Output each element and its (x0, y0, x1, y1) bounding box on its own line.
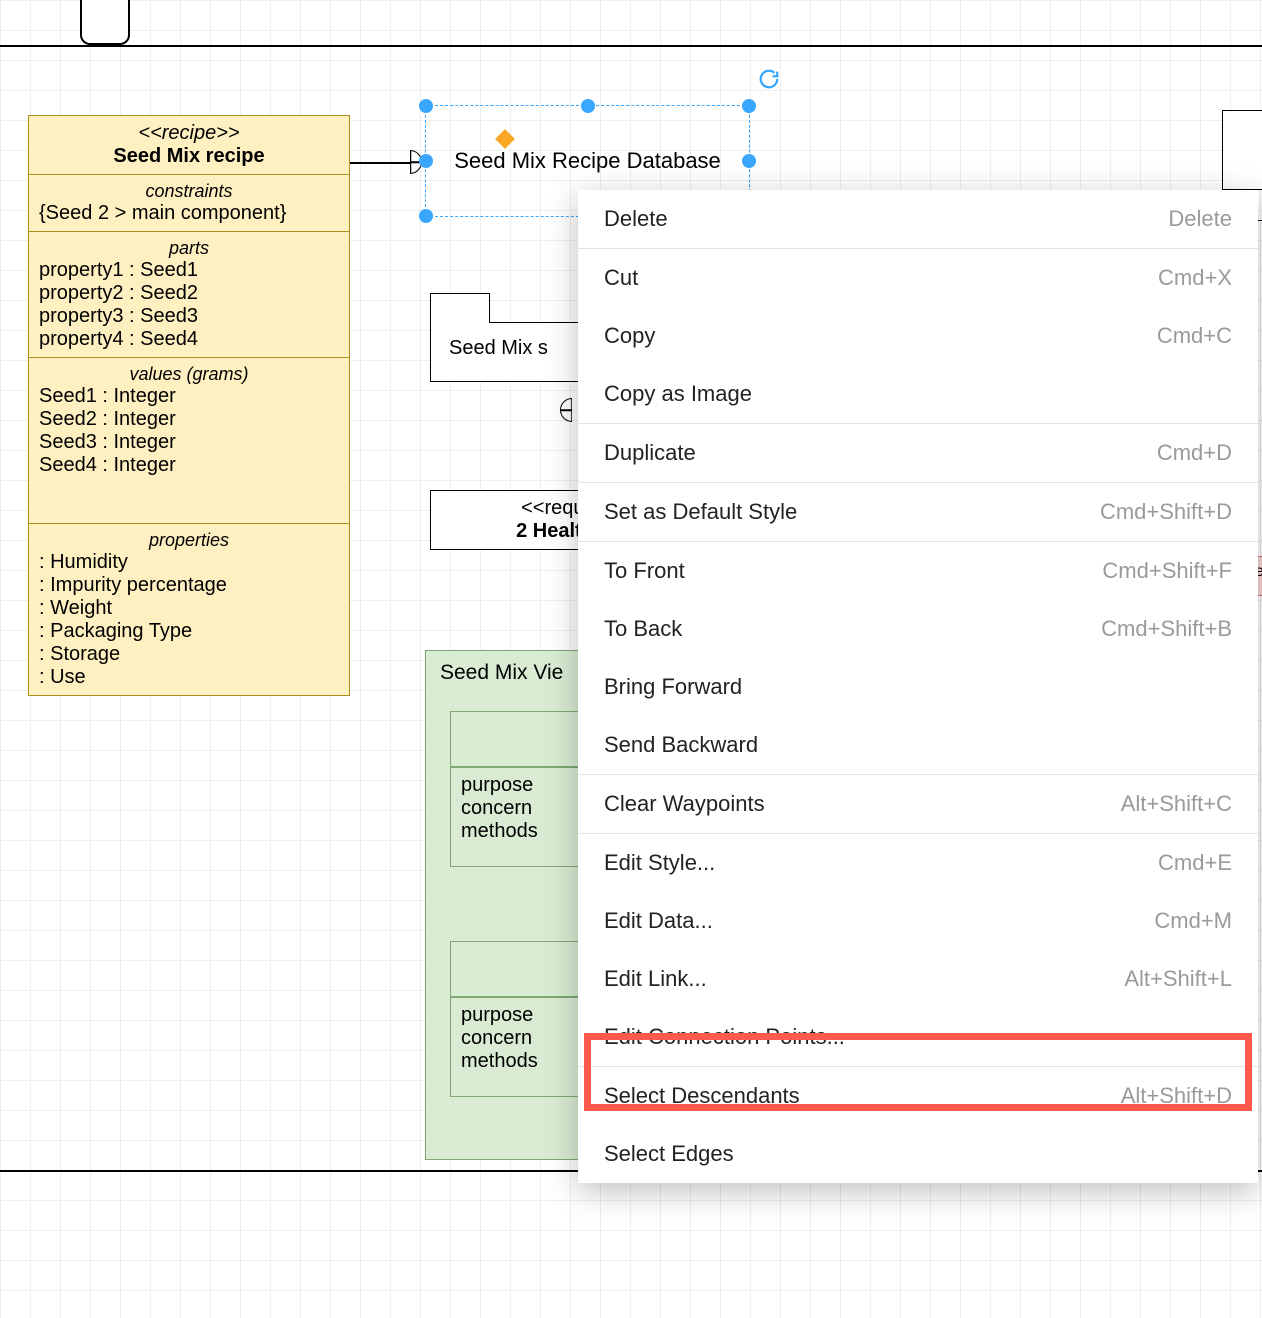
menu-item-clear-waypoints[interactable]: Clear Waypoints Alt+Shift+C (578, 775, 1258, 833)
connector-line[interactable] (350, 162, 410, 164)
menu-item-label: Copy as Image (604, 381, 752, 407)
menu-item-to-front[interactable]: To Front Cmd+Shift+F (578, 542, 1258, 600)
menu-item-shortcut: Alt+Shift+C (1121, 791, 1232, 817)
menu-item-to-back[interactable]: To Back Cmd+Shift+B (578, 600, 1258, 658)
menu-item-label: Edit Data... (604, 908, 713, 934)
selection-handle[interactable] (742, 99, 756, 113)
menu-item-select-edges[interactable]: Select Edges (578, 1125, 1258, 1183)
uml-part: property3 : Seed3 (39, 305, 339, 328)
menu-item-shortcut: Alt+Shift+D (1121, 1083, 1232, 1109)
node-label: Seed Mix Recipe Database (454, 148, 721, 174)
menu-item-label: To Back (604, 616, 682, 642)
menu-item-label: Select Descendants (604, 1083, 800, 1109)
frame-tab (80, 0, 130, 45)
uml-constraints-header: constraints (39, 181, 339, 202)
uml-constraint: {Seed 2 > main component} (39, 202, 339, 225)
menu-item-label: Cut (604, 265, 638, 291)
uml-parts-header: parts (39, 238, 339, 259)
uml-stereotype: <<recipe>> (39, 122, 339, 145)
menu-item-edit-data[interactable]: Edit Data... Cmd+M (578, 892, 1258, 950)
uml-properties-header: properties (39, 530, 339, 551)
uml-prop: : Weight (39, 597, 339, 620)
selection-handle[interactable] (742, 154, 756, 168)
menu-item-shortcut: Delete (1168, 206, 1232, 232)
uml-class-seed-mix-recipe[interactable]: <<recipe>> Seed Mix recipe constraints {… (28, 115, 350, 696)
uml-prop: : Impurity percentage (39, 574, 339, 597)
context-menu: Delete Delete Cut Cmd+X Copy Cmd+C Copy as Ima… (578, 190, 1258, 1183)
menu-item-label: Edit Link... (604, 966, 707, 992)
menu-item-edit-connection-points[interactable]: Edit Connection Points... (578, 1008, 1258, 1066)
menu-item-label: Duplicate (604, 440, 696, 466)
menu-item-label: Bring Forward (604, 674, 742, 700)
uml-part: property4 : Seed4 (39, 328, 339, 351)
menu-item-copy-as-image[interactable]: Copy as Image (578, 365, 1258, 423)
menu-item-shortcut: Cmd+D (1157, 440, 1232, 466)
uml-value: Seed1 : Integer (39, 385, 339, 408)
rotate-icon[interactable] (758, 68, 780, 90)
uml-values-header: values (grams) (39, 364, 339, 385)
uml-class-title: Seed Mix recipe (39, 145, 339, 168)
menu-item-shortcut: Cmd+Shift+B (1101, 616, 1232, 642)
menu-item-label: Send Backward (604, 732, 758, 758)
menu-item-delete[interactable]: Delete Delete (578, 190, 1258, 248)
menu-item-shortcut: Cmd+C (1157, 323, 1232, 349)
connection-point-icon[interactable] (495, 129, 515, 149)
uml-prop: : Humidity (39, 551, 339, 574)
menu-item-send-backward[interactable]: Send Backward (578, 716, 1258, 774)
menu-item-label: Edit Connection Points... (604, 1024, 845, 1050)
menu-item-shortcut: Cmd+X (1158, 265, 1232, 291)
selection-handle[interactable] (581, 99, 595, 113)
menu-item-shortcut: Alt+Shift+L (1124, 966, 1232, 992)
uml-prop: : Use (39, 666, 339, 689)
menu-item-select-descendants[interactable]: Select Descendants Alt+Shift+D (578, 1067, 1258, 1125)
menu-item-shortcut: Cmd+Shift+F (1102, 558, 1232, 584)
uml-part: property2 : Seed2 (39, 282, 339, 305)
menu-item-label: Select Edges (604, 1141, 734, 1167)
menu-item-copy[interactable]: Copy Cmd+C (578, 307, 1258, 365)
menu-item-edit-style[interactable]: Edit Style... Cmd+E (578, 834, 1258, 892)
selection-handle[interactable] (419, 99, 433, 113)
uml-part: property1 : Seed1 (39, 259, 339, 282)
selection-handle[interactable] (419, 154, 433, 168)
menu-item-label: Copy (604, 323, 655, 349)
menu-item-cut[interactable]: Cut Cmd+X (578, 249, 1258, 307)
uml-value: Seed2 : Integer (39, 408, 339, 431)
menu-item-label: Edit Style... (604, 850, 715, 876)
uml-prop: : Packaging Type (39, 620, 339, 643)
uml-node-partial[interactable] (1222, 110, 1262, 190)
menu-item-label: To Front (604, 558, 685, 584)
menu-item-label: Delete (604, 206, 668, 232)
frame-top-border (0, 45, 1262, 47)
menu-item-label: Clear Waypoints (604, 791, 765, 817)
menu-item-edit-link[interactable]: Edit Link... Alt+Shift+L (578, 950, 1258, 1008)
uml-value: Seed4 : Integer (39, 454, 339, 477)
menu-item-set-as-default-style[interactable]: Set as Default Style Cmd+Shift+D (578, 483, 1258, 541)
menu-item-bring-forward[interactable]: Bring Forward (578, 658, 1258, 716)
menu-item-shortcut: Cmd+M (1154, 908, 1232, 934)
menu-item-label: Set as Default Style (604, 499, 797, 525)
menu-item-shortcut: Cmd+E (1158, 850, 1232, 876)
menu-item-shortcut: Cmd+Shift+D (1100, 499, 1232, 525)
uml-value: Seed3 : Integer (39, 431, 339, 454)
menu-item-duplicate[interactable]: Duplicate Cmd+D (578, 424, 1258, 482)
selection-handle[interactable] (419, 209, 433, 223)
uml-prop: : Storage (39, 643, 339, 666)
